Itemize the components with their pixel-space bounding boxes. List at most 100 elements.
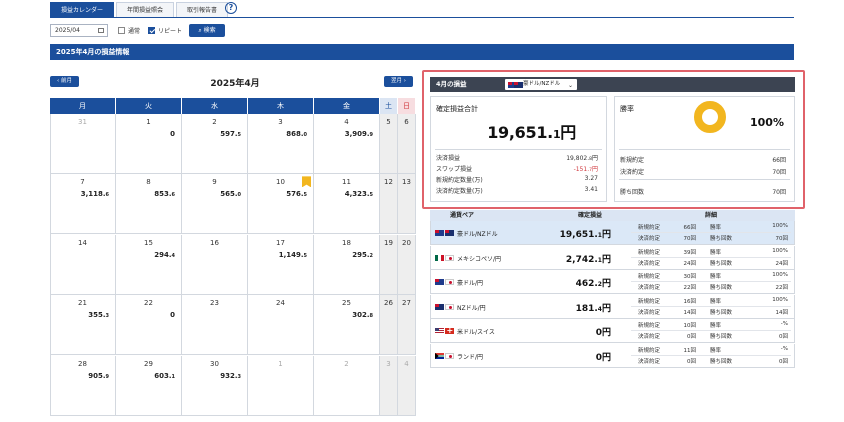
- calendar-day-cell[interactable]: 26: [380, 295, 398, 356]
- tab-pl-calendar[interactable]: 損益カレンダー: [50, 2, 115, 17]
- pair-close-value: 24回: [683, 260, 697, 267]
- day-number: 20: [402, 238, 411, 247]
- day-pl-decimal: 6: [105, 192, 109, 199]
- rate-breakdown-label: 新規約定: [620, 157, 645, 164]
- pair-name: NZドル/円: [457, 304, 486, 312]
- calendar-day-cell[interactable]: 28 905.9: [50, 355, 116, 416]
- calendar-day-cell[interactable]: 3 868.0: [248, 114, 314, 174]
- calendar-day-cell[interactable]: 13: [398, 174, 416, 235]
- day-pl-amount: 1,149.5: [279, 251, 307, 259]
- calendar-day-cell[interactable]: 4: [398, 355, 416, 416]
- tab-trade-report[interactable]: 取引報告書: [176, 2, 229, 17]
- calendar-day-cell[interactable]: 5: [380, 114, 398, 174]
- repeat-checkbox[interactable]: [148, 27, 155, 34]
- win-rate-label: 勝率: [620, 105, 634, 113]
- calendar-day-cell[interactable]: 11 4,323.5: [314, 174, 380, 235]
- day-number: 3: [386, 359, 391, 368]
- pair-pl-unit: 円: [601, 352, 611, 363]
- pair-new-value: 10回: [683, 323, 697, 329]
- day-pl-decimal: 0: [303, 132, 307, 138]
- pair-row[interactable]: 米ドル/スイス 0円 新規約定決済約定 10回 0回 勝率勝ち回数 -% 0回: [430, 319, 795, 343]
- calendar-day-cell[interactable]: 15 294.4: [116, 234, 182, 295]
- day-pl-decimal: 3: [237, 373, 241, 380]
- day-pl-main: 302.: [352, 311, 370, 320]
- calendar-day-cell[interactable]: 19: [380, 234, 398, 295]
- day-pl-main: 0: [170, 130, 175, 138]
- pair-rate-value: 100%: [772, 296, 788, 303]
- pair-close-label: 決済約定: [638, 334, 661, 340]
- pair-pl-unit: 円: [601, 328, 611, 338]
- day-number: 6: [404, 118, 409, 126]
- calendar-day-cell[interactable]: 3: [380, 355, 398, 416]
- pair-wins-label: 勝ち回数: [710, 285, 733, 291]
- calendar-day-cell[interactable]: 27: [398, 295, 416, 356]
- month-input[interactable]: 2025/04: [50, 24, 108, 37]
- day-number: 9: [212, 178, 217, 187]
- day-number: 18: [342, 238, 351, 247]
- day-number: 11: [342, 178, 351, 187]
- pair-row[interactable]: ランド/円 0円 新規約定 決済約定 11回 0回 勝率 勝ち回数 -% 0回: [430, 343, 795, 368]
- day-pl-decimal: 5: [369, 192, 373, 199]
- weekday-header: 金: [314, 98, 380, 114]
- day-pl-decimal: 9: [105, 373, 109, 380]
- calendar-day-cell[interactable]: 25 302.8: [314, 295, 380, 356]
- day-pl-decimal: 5: [303, 252, 307, 259]
- pair-pl-unit: 円: [601, 303, 611, 314]
- pair-wins-label: 勝ち回数: [710, 236, 733, 242]
- day-number: 17: [276, 238, 285, 247]
- day-number: 16: [210, 238, 219, 247]
- calendar-day-cell[interactable]: 23: [182, 295, 248, 356]
- donut-arc: [694, 101, 726, 133]
- next-month-button[interactable]: 翌月 ›: [384, 76, 413, 87]
- pair-new-value: 66回: [683, 225, 697, 231]
- calendar-day-cell[interactable]: 17 1,149.5: [248, 234, 314, 295]
- calendar-day-cell[interactable]: 16: [182, 234, 248, 295]
- calendar-day-cell[interactable]: 6: [398, 114, 416, 174]
- pair-detail-divider: [631, 305, 791, 307]
- day-pl-main: 0: [170, 311, 175, 320]
- tab-bar: 損益カレンダー 年間損益照会 取引報告書: [50, 0, 230, 17]
- calendar-day-cell[interactable]: 21 355.3: [50, 295, 116, 356]
- pair-row[interactable]: NZドル/円 181.4円 新規約定 決済約定 16回 14回 勝率 勝ち回数 100% 14回: [430, 294, 795, 319]
- pair-rate-value: -%: [780, 345, 788, 352]
- pair-wins-value: 0回: [779, 358, 788, 365]
- calendar-day-cell[interactable]: 18 295.2: [314, 234, 380, 295]
- day-pl-main: 294.: [154, 250, 172, 259]
- pair-wins-value: 22回: [775, 285, 789, 291]
- day-pl-main: 932.: [220, 371, 238, 380]
- pair-row[interactable]: メキシコペソ/円 2,742.1円 新規約定 決済約定 39回 24回 勝率 勝ち回数 100%…: [430, 245, 795, 270]
- pair-select[interactable]: 豪ドル/NZドル ⌄: [505, 79, 577, 90]
- flag-au-icon: [435, 279, 444, 285]
- calendar-day-cell[interactable]: 22 0: [116, 295, 182, 356]
- tab-annual-pl[interactable]: 年間損益照会: [116, 2, 175, 17]
- pair-row[interactable]: 豪ドル/NZドル 19,651.1円 新規約定 決済約定 66回 70回 勝率 勝ち回数 100…: [430, 221, 795, 245]
- question-circle-icon[interactable]: ?: [225, 2, 237, 14]
- search-button[interactable]: ⌕ 検索: [189, 24, 225, 37]
- calendar-day-cell[interactable]: 4 3,909.9: [314, 114, 380, 174]
- calendar-day-cell[interactable]: 14: [50, 234, 116, 295]
- calendar-day-cell[interactable]: 12: [380, 174, 398, 235]
- day-pl-main: 853.: [154, 190, 172, 199]
- flag-au-icon: [435, 230, 444, 236]
- calendar-day-cell[interactable]: 10 576.5: [248, 174, 314, 235]
- calendar-day-cell[interactable]: 29 603.1: [116, 355, 182, 416]
- pair-row[interactable]: 豪ドル/円 462.2円 新規約定 決済約定 30回 22回 勝率 勝ち回数 100% 22回: [430, 270, 795, 294]
- breakdown-value: 19,802.8円: [566, 153, 598, 162]
- pair-pl-main: 462.: [575, 279, 598, 289]
- calendar-day-cell[interactable]: 9 565.0: [182, 174, 248, 235]
- calendar-day-cell[interactable]: 10: [116, 114, 182, 174]
- calendar-day-cell[interactable]: 20: [398, 234, 416, 295]
- calendar-day-cell[interactable]: 24: [248, 295, 314, 356]
- calendar-day-cell[interactable]: 2: [314, 355, 380, 416]
- next-month-label: 翌月: [391, 78, 403, 84]
- calendar-day-cell[interactable]: 30 932.3: [182, 355, 248, 416]
- calendar-day-cell[interactable]: 1: [248, 355, 314, 416]
- calendar-day-cell[interactable]: 2 597.5: [182, 114, 248, 174]
- calendar-day-cell[interactable]: 31: [50, 114, 116, 174]
- calendar-icon[interactable]: [98, 28, 104, 33]
- regular-checkbox[interactable]: [118, 27, 125, 34]
- prev-month-button[interactable]: ‹ 前月: [50, 76, 79, 87]
- flag-nz-icon: [445, 230, 454, 236]
- calendar-day-cell[interactable]: 7 3,118.6: [50, 174, 116, 235]
- calendar-day-cell[interactable]: 8 853.6: [116, 174, 182, 235]
